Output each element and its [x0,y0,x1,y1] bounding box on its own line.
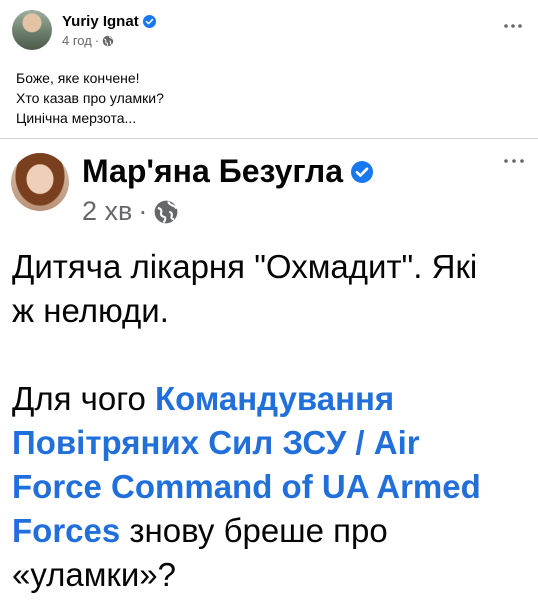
more-options-icon [504,159,524,163]
shared-text-plain: Для чого [12,380,156,417]
post-header: Yuriy Ignat 4 год · [12,10,156,50]
author-name[interactable]: Yuriy Ignat [62,13,139,30]
mention-link: Командування [155,380,395,417]
shared-text-plain: знову бреше про [120,512,388,549]
attached-screenshot-image[interactable]: Мар'яна Безугла 2 хв · Дитяча лікарня "О… [0,139,538,600]
post-text-line: Хто казав про уламки? [16,90,164,106]
post-text-line: Боже, яке кончене! [16,70,140,86]
shared-author-name-row: Мар'яна Безугла [82,153,374,190]
shared-text-line: Дитяча лікарня "Охмадит". Які [12,248,478,285]
meta-separator: · [94,33,100,48]
mention-link: Force Command of UA Armed [12,468,481,505]
post-time[interactable]: 4 год [62,33,92,48]
verified-badge-icon [351,160,374,183]
shared-text-line: «уламки»? [12,556,177,593]
facebook-post: Yuriy Ignat 4 год · Боже, яке кончене! Х… [0,0,538,600]
shared-author-name: Мар'яна Безугла [82,153,344,189]
globe-icon [153,199,179,225]
post-text-line: Цинічна мерзота... [16,110,137,126]
post-text: Боже, яке кончене! Хто казав про уламки?… [16,68,164,128]
mention-link: Forces [12,512,121,549]
post-meta: 4 год · [62,33,156,48]
more-options-icon[interactable] [504,24,522,28]
author-info: Yuriy Ignat 4 год · [62,13,156,48]
author-name-row: Yuriy Ignat [62,13,156,30]
shared-text-line: Forces знову бреше про [12,509,388,553]
verified-badge-icon [142,15,156,28]
mention-link: Повітряних Сил ЗСУ / Air [12,424,420,461]
shared-text-line: Для чого Командування [12,377,394,421]
shared-text-line: Force Command of UA Armed [12,465,481,509]
globe-icon[interactable] [102,35,114,47]
author-avatar[interactable] [12,10,52,50]
shared-post-meta: 2 хв · [82,196,179,227]
shared-text-line: ж нелюди. [12,292,169,329]
meta-separator: · [138,196,148,226]
shared-post-time: 2 хв [82,196,133,226]
shared-author-avatar [11,153,69,211]
shared-text-line: Повітряних Сил ЗСУ / Air [12,421,420,465]
